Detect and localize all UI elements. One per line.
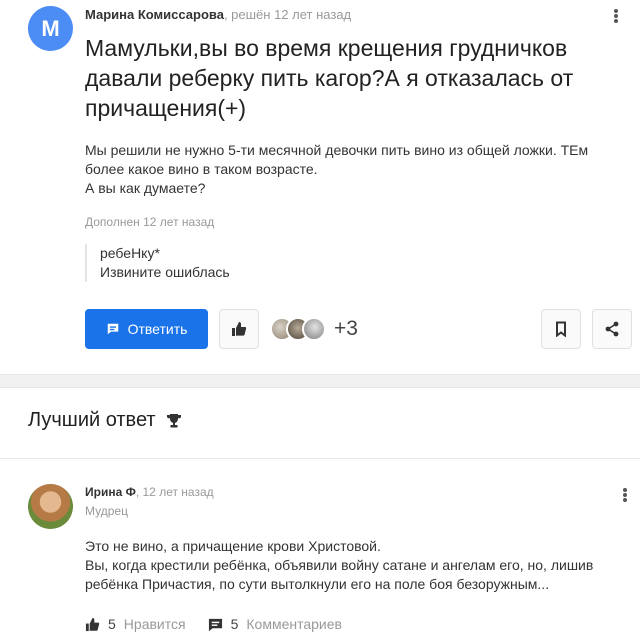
avatar-letter: М (41, 15, 60, 41)
share-icon (605, 321, 619, 337)
answer-line: Вы, когда крестили ребёнка, объявили вой… (85, 557, 594, 592)
question-more-icon[interactable] (608, 6, 624, 26)
question-added-label: Дополнен 12 лет назад (85, 215, 215, 229)
answer-author-link[interactable]: Ирина Ф (85, 485, 136, 499)
answer-author-avatar[interactable] (28, 484, 73, 529)
question-card: М Марина Комиссарова, решён 12 лет назад… (0, 0, 640, 370)
comment-icon (208, 618, 222, 631)
answer-comments-label: Комментариев (246, 616, 342, 632)
bookmark-icon (556, 321, 566, 337)
answer-likes-count: 5 (108, 616, 116, 632)
best-answer-separator (0, 458, 640, 459)
question-status: , решён 12 лет назад (223, 7, 352, 22)
answer-like-button[interactable]: 5 Нравится (85, 616, 186, 632)
section-divider (0, 374, 640, 388)
liker-avatar (302, 317, 326, 341)
question-title: Мамульки,вы во время крещения грудничков… (85, 35, 574, 121)
answer-likes-label: Нравится (123, 616, 186, 632)
answer-time: , 12 лет назад (135, 485, 214, 499)
best-answer-heading: Лучший ответ (28, 409, 182, 432)
bookmark-button[interactable] (541, 309, 581, 349)
likers-extra-count: +3 (334, 317, 358, 340)
answer-author-rank: Мудрец (85, 504, 128, 518)
best-answer-heading-text: Лучший ответ (28, 409, 156, 431)
like-button[interactable] (219, 309, 259, 349)
answer-body: Это не вино, а причащение крови Христово… (85, 537, 625, 594)
thumbs-up-icon (85, 617, 100, 631)
reply-button[interactable]: Ответить (85, 309, 208, 349)
comment-icon (107, 323, 118, 335)
answer-actions: 5 Нравится 5 Комментариев (85, 614, 364, 634)
author-avatar[interactable]: М (28, 6, 73, 51)
answer-comments-button[interactable]: 5 Комментариев (208, 616, 342, 632)
answer-comments-count: 5 (230, 616, 239, 632)
share-button[interactable] (592, 309, 632, 349)
question-addition: ребеНку* Извините ошиблась (85, 244, 385, 282)
question-body: Мы решили не нужно 5-ти месячной девочки… (85, 142, 589, 196)
answer-meta: Ирина Ф, 12 лет назад (85, 485, 214, 499)
reply-button-label: Ответить (127, 321, 188, 337)
likers-group[interactable]: +3 (270, 317, 358, 341)
thumbs-up-icon (232, 322, 247, 336)
question-meta: Марина Комиссарова, решён 12 лет назад (85, 7, 351, 22)
trophy-icon (166, 413, 181, 427)
answer-more-icon[interactable] (617, 485, 633, 505)
answer-line: Это не вино, а причащение крови Христово… (85, 538, 381, 554)
question-author-link[interactable]: Марина Комиссарова (85, 7, 224, 22)
